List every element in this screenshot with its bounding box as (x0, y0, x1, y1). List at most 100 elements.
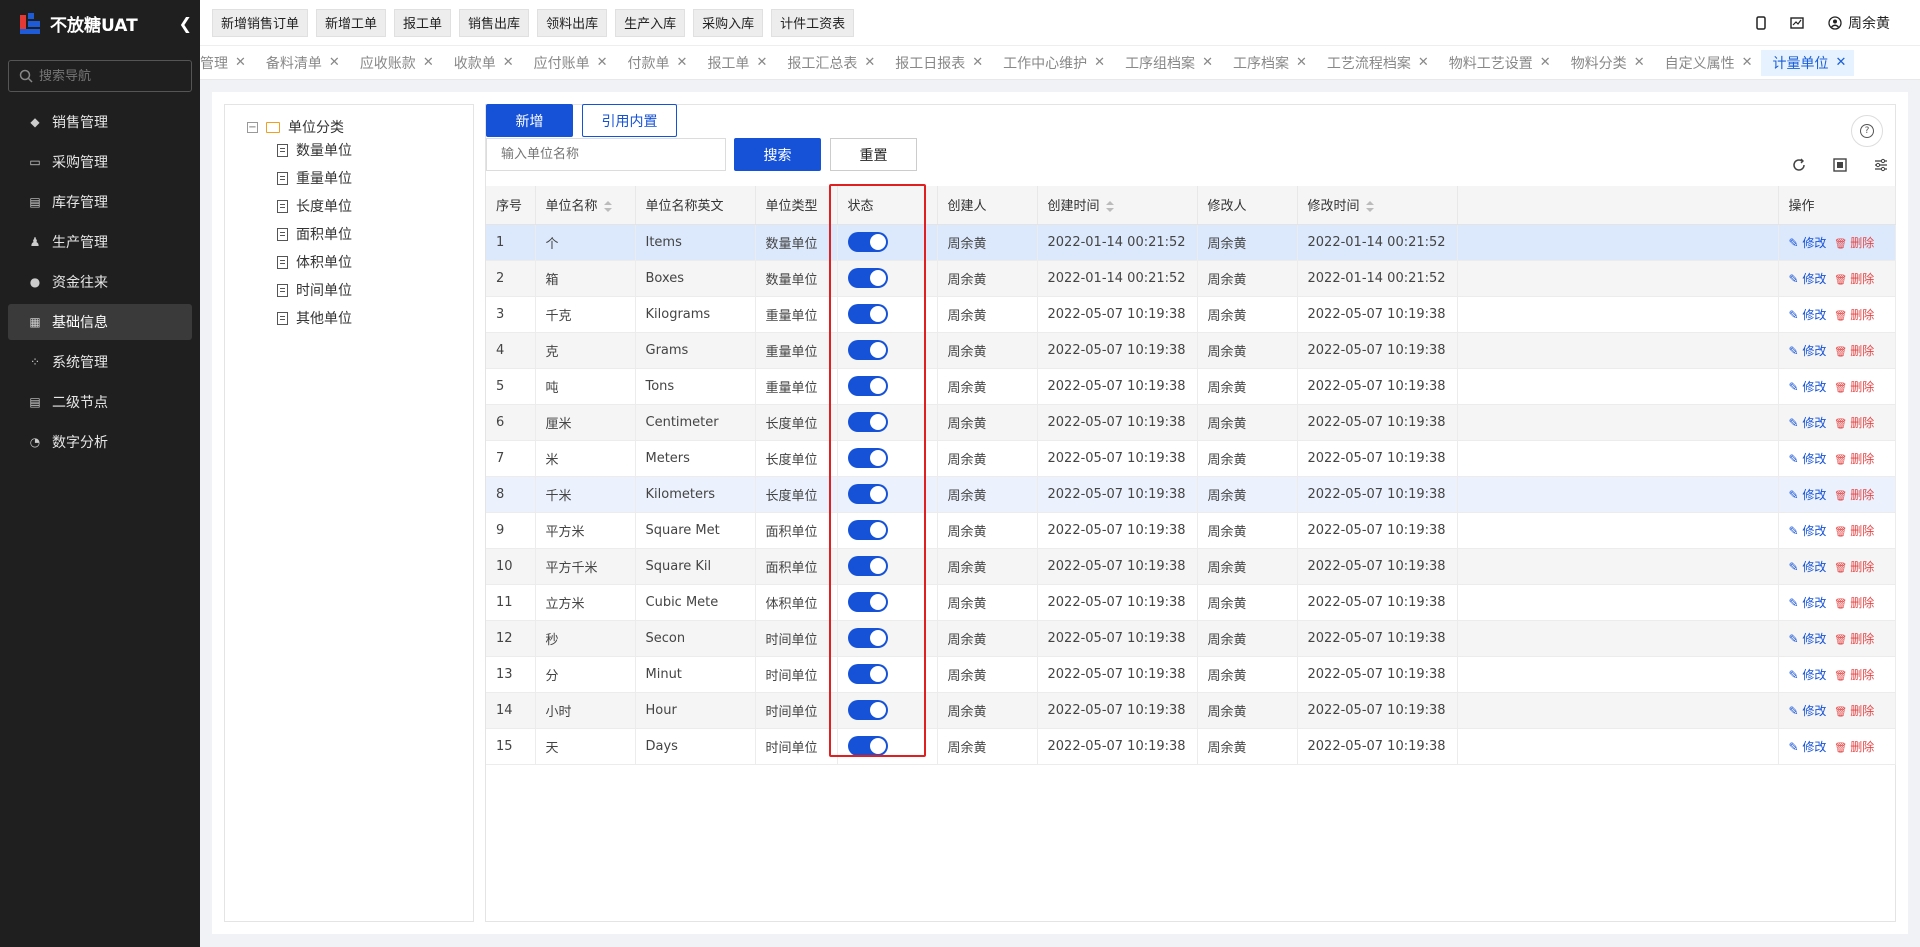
sidebar-item[interactable]: ▤ 二级节点 (8, 384, 192, 420)
status-toggle[interactable] (847, 520, 888, 540)
screen-icon[interactable] (1790, 16, 1804, 29)
sidebar-item[interactable]: ▭ 采购管理 (8, 144, 192, 180)
status-toggle[interactable] (847, 484, 888, 504)
status-toggle[interactable] (847, 592, 888, 612)
edit-link[interactable]: ✎ 修改 (1789, 272, 1827, 286)
close-icon[interactable]: ✕ (972, 55, 983, 70)
table-row[interactable]: 3 千克 Kilograms 重量单位 周余黄 2022-05-07 10:19:38 周余… (486, 296, 1896, 333)
status-toggle[interactable] (847, 340, 888, 360)
delete-link[interactable]: 🗑 删除 (1834, 668, 1874, 682)
close-icon[interactable]: ✕ (235, 55, 246, 70)
close-icon[interactable]: ✕ (1296, 55, 1307, 70)
status-toggle[interactable] (847, 448, 888, 468)
mobile-icon[interactable] (1756, 15, 1766, 30)
close-icon[interactable]: ✕ (597, 55, 608, 70)
status-toggle[interactable] (847, 628, 888, 648)
search-button[interactable]: 搜索 (734, 138, 821, 171)
sidebar-item[interactable]: ● 资金往来 (8, 264, 192, 300)
tab[interactable]: 计量单位 ✕ (1760, 49, 1855, 76)
close-icon[interactable]: ✕ (1418, 55, 1429, 70)
table-row[interactable]: 14 小时 Hour 时间单位 周余黄 2022-05-07 10:19:38 周余黄 202… (486, 692, 1896, 729)
sidebar-item[interactable]: ♟ 生产管理 (8, 224, 192, 260)
unit-name-search-input[interactable] (486, 138, 726, 171)
edit-link[interactable]: ✎ 修改 (1789, 236, 1827, 250)
quick-button[interactable]: 采购入库 (693, 8, 764, 37)
add-button[interactable]: 新增 (486, 104, 573, 137)
sidebar-item[interactable]: ▦ 基础信息 (8, 304, 192, 340)
sort-icon[interactable] (1105, 200, 1114, 213)
delete-link[interactable]: 🗑 删除 (1834, 416, 1874, 430)
collapse-icon[interactable]: ❮ (179, 14, 192, 33)
tab[interactable]: 工序档案 ✕ (1221, 50, 1315, 76)
tree-node[interactable]: 时间单位 (277, 280, 352, 300)
sidebar-item[interactable]: ▤ 库存管理 (8, 184, 192, 220)
table-row[interactable]: 15 天 Days 时间单位 周余黄 2022-05-07 10:19:38 周余黄 2022… (486, 728, 1896, 765)
table-row[interactable]: 8 千米 Kilometers 长度单位 周余黄 2022-05-07 10:19:38 周… (486, 476, 1896, 513)
status-toggle[interactable] (847, 304, 888, 324)
nav-search-input[interactable] (39, 68, 179, 84)
delete-link[interactable]: 🗑 删除 (1834, 272, 1874, 286)
delete-link[interactable]: 🗑 删除 (1834, 524, 1874, 538)
delete-link[interactable]: 🗑 删除 (1834, 560, 1874, 574)
sidebar-item[interactable]: ◆ 销售管理 (8, 104, 192, 140)
refresh-icon[interactable] (1789, 155, 1809, 175)
tab[interactable]: 物料工艺设置 ✕ (1437, 50, 1559, 76)
tab[interactable]: 工艺流程档案 ✕ (1315, 50, 1437, 76)
delete-link[interactable]: 🗑 删除 (1834, 596, 1874, 610)
tab[interactable]: 备料清单 ✕ (254, 50, 348, 76)
close-icon[interactable]: ✕ (1836, 55, 1847, 70)
close-icon[interactable]: ✕ (1094, 55, 1105, 70)
quick-button[interactable]: 领料出库 (537, 8, 608, 37)
table-row[interactable]: 1 个 Items 数量单位 周余黄 2022-01-14 00:21:52 周余黄 2022… (486, 224, 1896, 261)
reset-button[interactable]: 重置 (830, 138, 917, 171)
import-builtin-button[interactable]: 引用内置 (582, 104, 677, 137)
edit-link[interactable]: ✎ 修改 (1789, 308, 1827, 322)
column-settings-icon[interactable] (1871, 155, 1891, 175)
table-row[interactable]: 12 秒 Secon 时间单位 周余黄 2022-05-07 10:19:38 周余黄 202… (486, 620, 1896, 657)
edit-link[interactable]: ✎ 修改 (1789, 560, 1827, 574)
tree-node[interactable]: 数量单位 (277, 140, 352, 160)
table-row[interactable]: 5 吨 Tons 重量单位 周余黄 2022-05-07 10:19:38 周余黄 2022-… (486, 368, 1896, 405)
quick-button[interactable]: 生产入库 (615, 8, 686, 37)
table-row[interactable]: 6 厘米 Centimeter 长度单位 周余黄 2022-05-07 10:19:38 周… (486, 404, 1896, 441)
table-row[interactable]: 13 分 Minut 时间单位 周余黄 2022-05-07 10:19:38 周余黄 202… (486, 656, 1896, 693)
delete-link[interactable]: 🗑 删除 (1834, 344, 1874, 358)
density-icon[interactable] (1830, 155, 1850, 175)
nav-search[interactable] (8, 60, 192, 92)
delete-link[interactable]: 🗑 删除 (1834, 380, 1874, 394)
tab[interactable]: 收款单 ✕ (442, 50, 522, 76)
status-toggle[interactable] (847, 556, 888, 576)
sidebar-item[interactable]: ⁘ 系统管理 (8, 344, 192, 380)
tab[interactable]: 报工日报表 ✕ (883, 50, 991, 76)
table-row[interactable]: 10 平方千米 Square Kil 面积单位 周余黄 2022-05-07 10:19:… (486, 548, 1896, 585)
quick-button[interactable]: 销售出库 (459, 8, 530, 37)
sort-icon[interactable] (1365, 200, 1374, 213)
table-row[interactable]: 11 立方米 Cubic Mete 体积单位 周余黄 2022-05-07 10:19:3… (486, 584, 1896, 621)
tree-node[interactable]: 重量单位 (277, 168, 352, 188)
close-icon[interactable]: ✕ (329, 55, 340, 70)
sidebar-item[interactable]: ◔ 数字分析 (8, 424, 192, 460)
quick-button[interactable]: 报工单 (394, 8, 452, 37)
close-icon[interactable]: ✕ (756, 55, 767, 70)
status-toggle[interactable] (847, 232, 888, 252)
close-icon[interactable]: ✕ (1634, 55, 1645, 70)
column-header[interactable]: 单位名称 (535, 186, 636, 225)
close-icon[interactable]: ✕ (864, 55, 875, 70)
edit-link[interactable]: ✎ 修改 (1789, 524, 1827, 538)
status-toggle[interactable] (847, 736, 888, 756)
tree-node[interactable]: 其他单位 (277, 308, 352, 328)
status-toggle[interactable] (847, 664, 888, 684)
status-toggle[interactable] (847, 376, 888, 396)
table-row[interactable]: 7 米 Meters 长度单位 周余黄 2022-05-07 10:19:38 周余黄 202… (486, 440, 1896, 477)
edit-link[interactable]: ✎ 修改 (1789, 596, 1827, 610)
delete-link[interactable]: 🗑 删除 (1834, 452, 1874, 466)
edit-link[interactable]: ✎ 修改 (1789, 452, 1827, 466)
close-icon[interactable]: ✕ (1742, 55, 1753, 70)
tree-node[interactable]: 体积单位 (277, 252, 352, 272)
edit-link[interactable]: ✎ 修改 (1789, 380, 1827, 394)
tab[interactable]: 应收账款 ✕ (348, 50, 442, 76)
edit-link[interactable]: ✎ 修改 (1789, 668, 1827, 682)
status-toggle[interactable] (847, 700, 888, 720)
status-toggle[interactable] (847, 412, 888, 432)
delete-link[interactable]: 🗑 删除 (1834, 740, 1874, 754)
